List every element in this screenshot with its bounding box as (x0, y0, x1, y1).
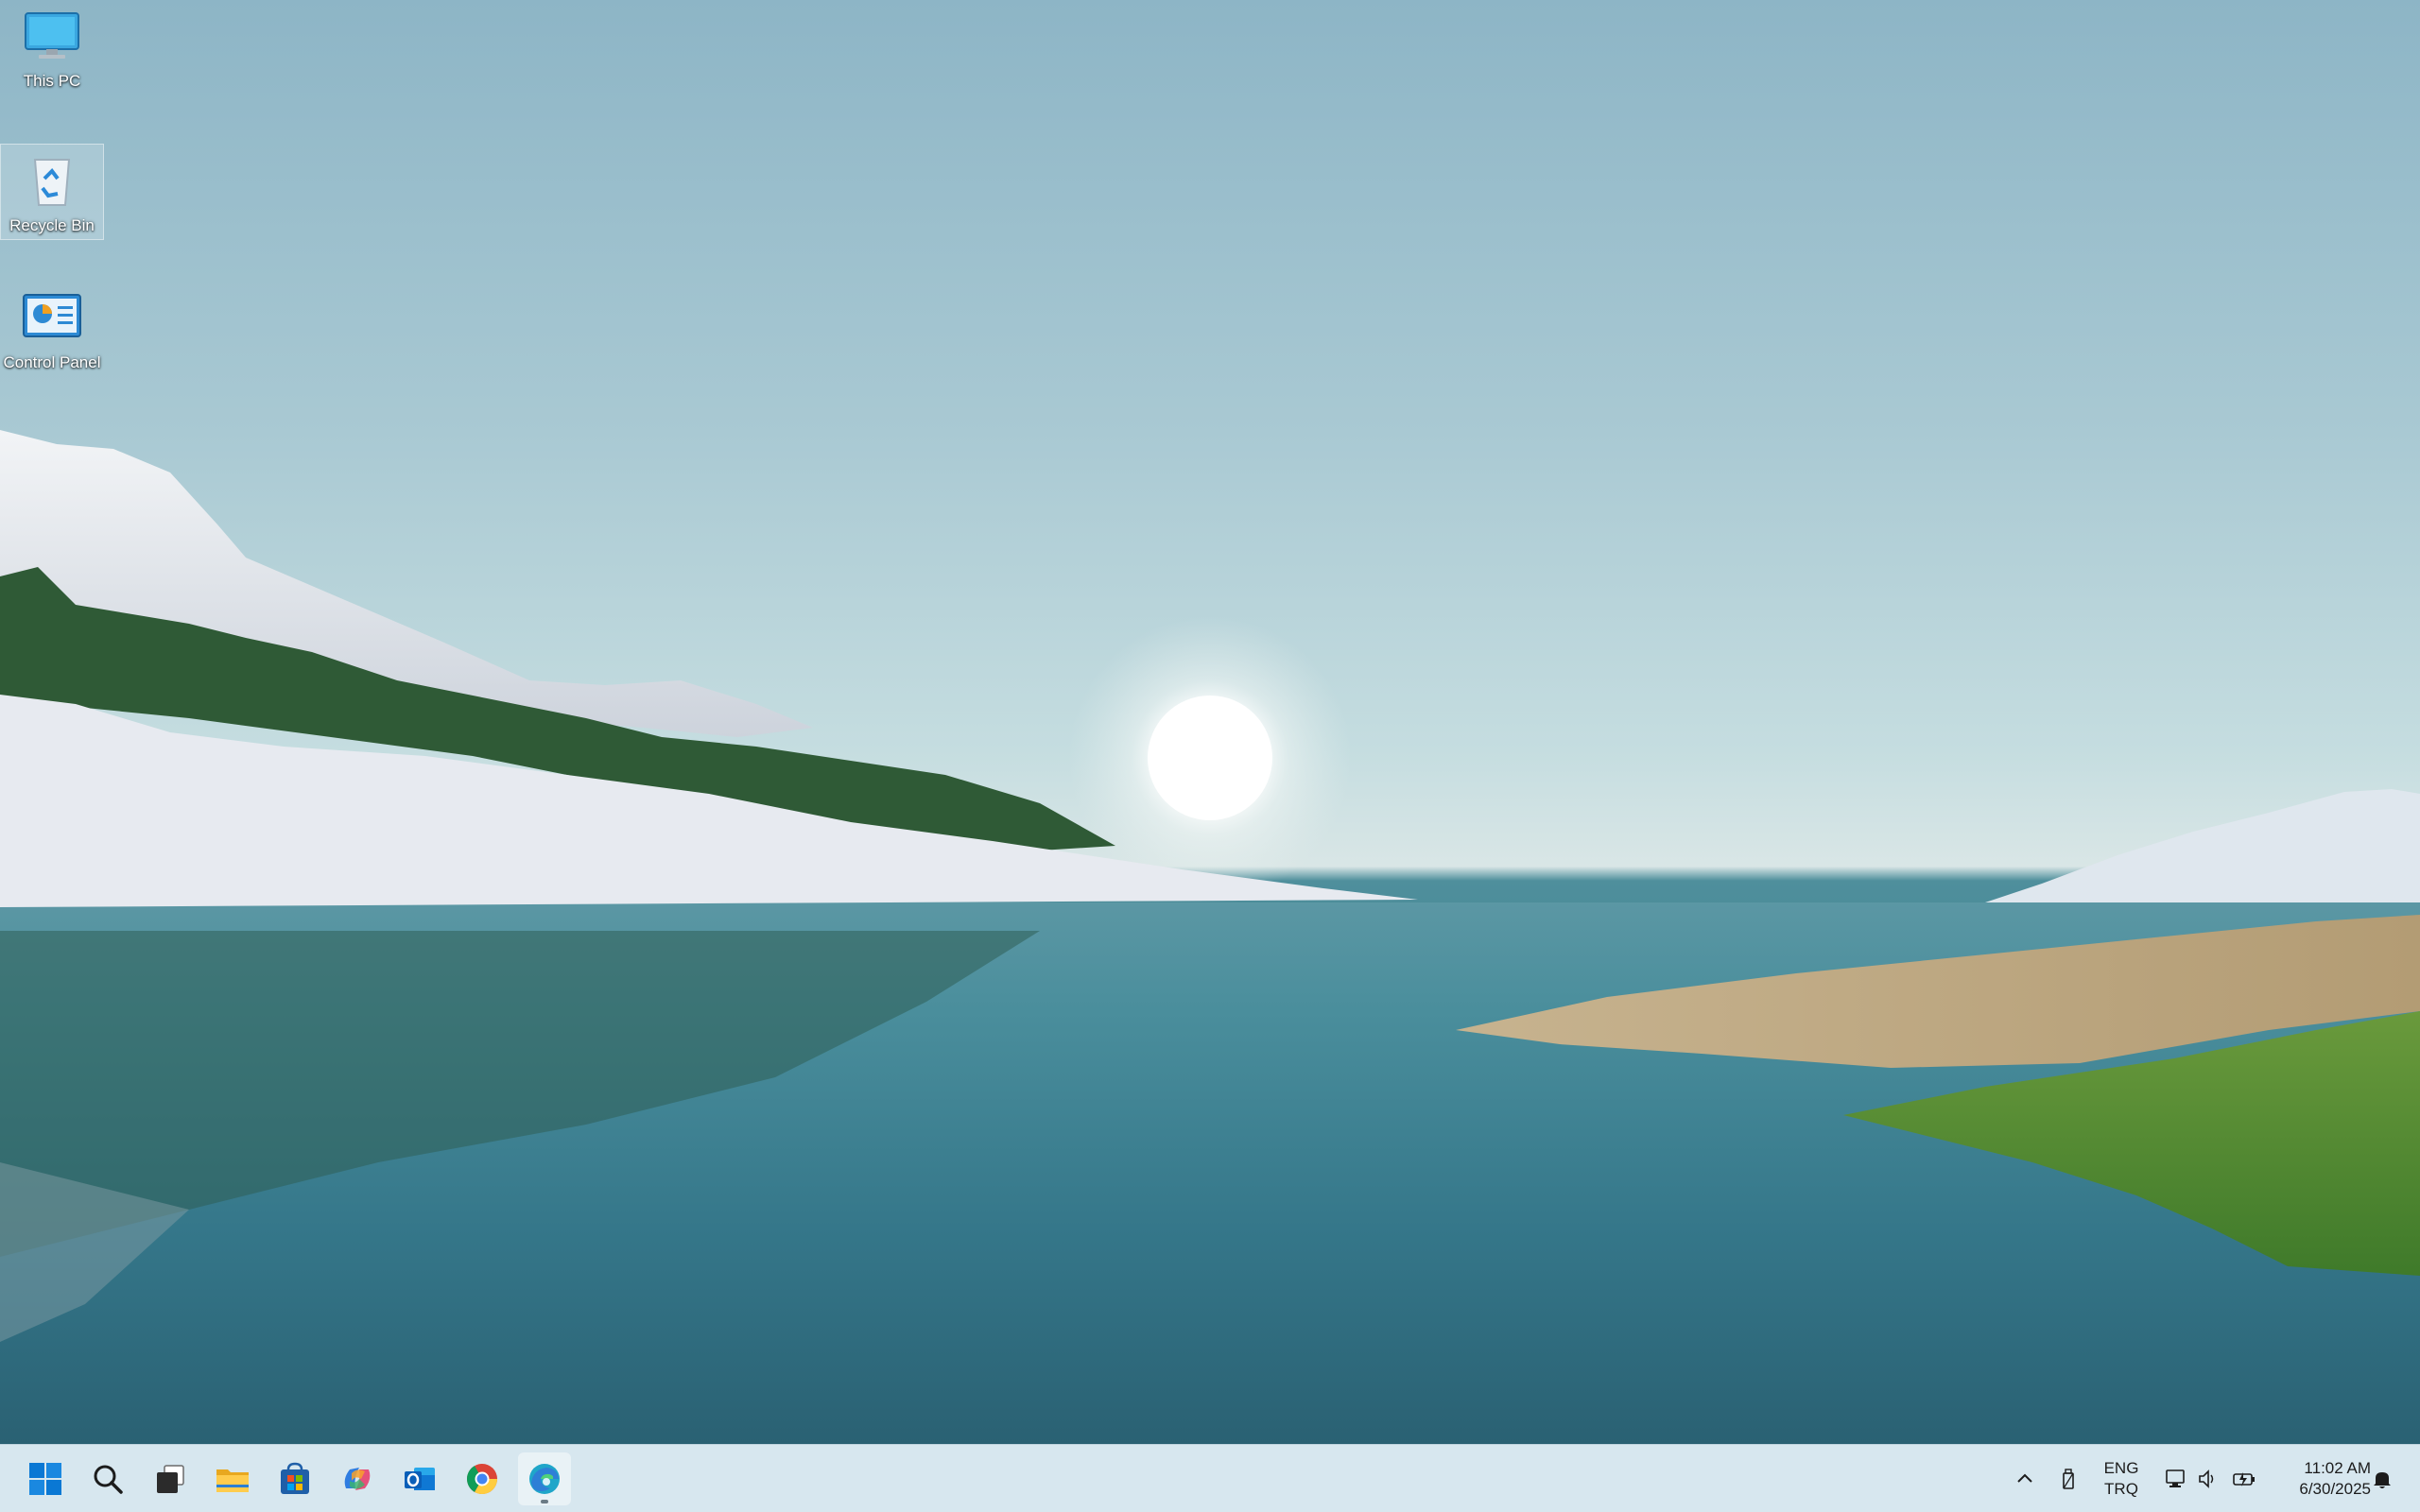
windows-logo-icon (29, 1463, 61, 1495)
monitor-icon (25, 12, 79, 59)
clock[interactable]: 11:02 AM 6/30/2025 (2267, 1458, 2371, 1500)
show-hidden-icons-button[interactable] (2008, 1462, 2042, 1496)
chrome-icon (466, 1464, 498, 1495)
clock-time: 11:02 AM (2304, 1459, 2371, 1477)
usb-drive-icon (2063, 1469, 2074, 1489)
desktop-icon-this-pc[interactable]: This PC (0, 0, 104, 96)
search-icon (94, 1465, 123, 1494)
microsoft-store-button[interactable] (268, 1452, 321, 1505)
start-button[interactable] (19, 1452, 72, 1505)
task-view-button[interactable] (144, 1452, 197, 1505)
outlook-button[interactable] (393, 1452, 446, 1505)
file-explorer-button[interactable] (206, 1452, 259, 1505)
desktop[interactable]: This PC Recycle Bin Control Panel (0, 0, 2420, 1444)
wallpaper (0, 430, 2420, 1444)
desktop-icon-label: Recycle Bin (9, 216, 95, 234)
volume-tray-button[interactable] (2191, 1462, 2225, 1496)
copilot-icon (344, 1468, 371, 1490)
desktop-icon-label: Control Panel (3, 353, 101, 371)
chrome-button[interactable] (456, 1452, 509, 1505)
control-panel-icon (23, 294, 81, 337)
input-language-indicator[interactable]: ENG TRQ (2093, 1458, 2150, 1500)
copilot-button[interactable] (331, 1452, 384, 1505)
volume-icon (2199, 1469, 2214, 1488)
battery-icon (2233, 1472, 2255, 1486)
desktop-icon-recycle-bin[interactable]: Recycle Bin (0, 144, 104, 240)
clock-date: 6/30/2025 (2299, 1480, 2371, 1498)
taskbar: ENG TRQ 11:02 AM 6/30/2025 (0, 1444, 2420, 1512)
keyboard-layout-code: TRQ (2104, 1480, 2138, 1498)
folder-icon (216, 1469, 249, 1492)
edge-icon (529, 1464, 560, 1494)
language-code: ENG (2103, 1459, 2139, 1477)
notifications-button[interactable] (2365, 1462, 2399, 1496)
notification-bell-icon (2374, 1472, 2391, 1488)
outlook-icon (405, 1468, 435, 1490)
recycle-bin-icon (33, 159, 71, 206)
network-icon (2166, 1469, 2185, 1487)
network-tray-button[interactable] (2159, 1462, 2193, 1496)
desktop-icon-label: This PC (23, 72, 81, 90)
task-view-icon (157, 1465, 184, 1493)
battery-tray-button[interactable] (2227, 1462, 2261, 1496)
search-button[interactable] (81, 1452, 134, 1505)
chevron-up-icon (2017, 1473, 2032, 1483)
usb-drive-tray-button[interactable] (2051, 1462, 2085, 1496)
store-icon (281, 1462, 309, 1494)
running-indicator (541, 1500, 548, 1503)
desktop-icon-control-panel[interactable]: Control Panel (0, 282, 104, 378)
edge-button[interactable] (518, 1452, 571, 1505)
